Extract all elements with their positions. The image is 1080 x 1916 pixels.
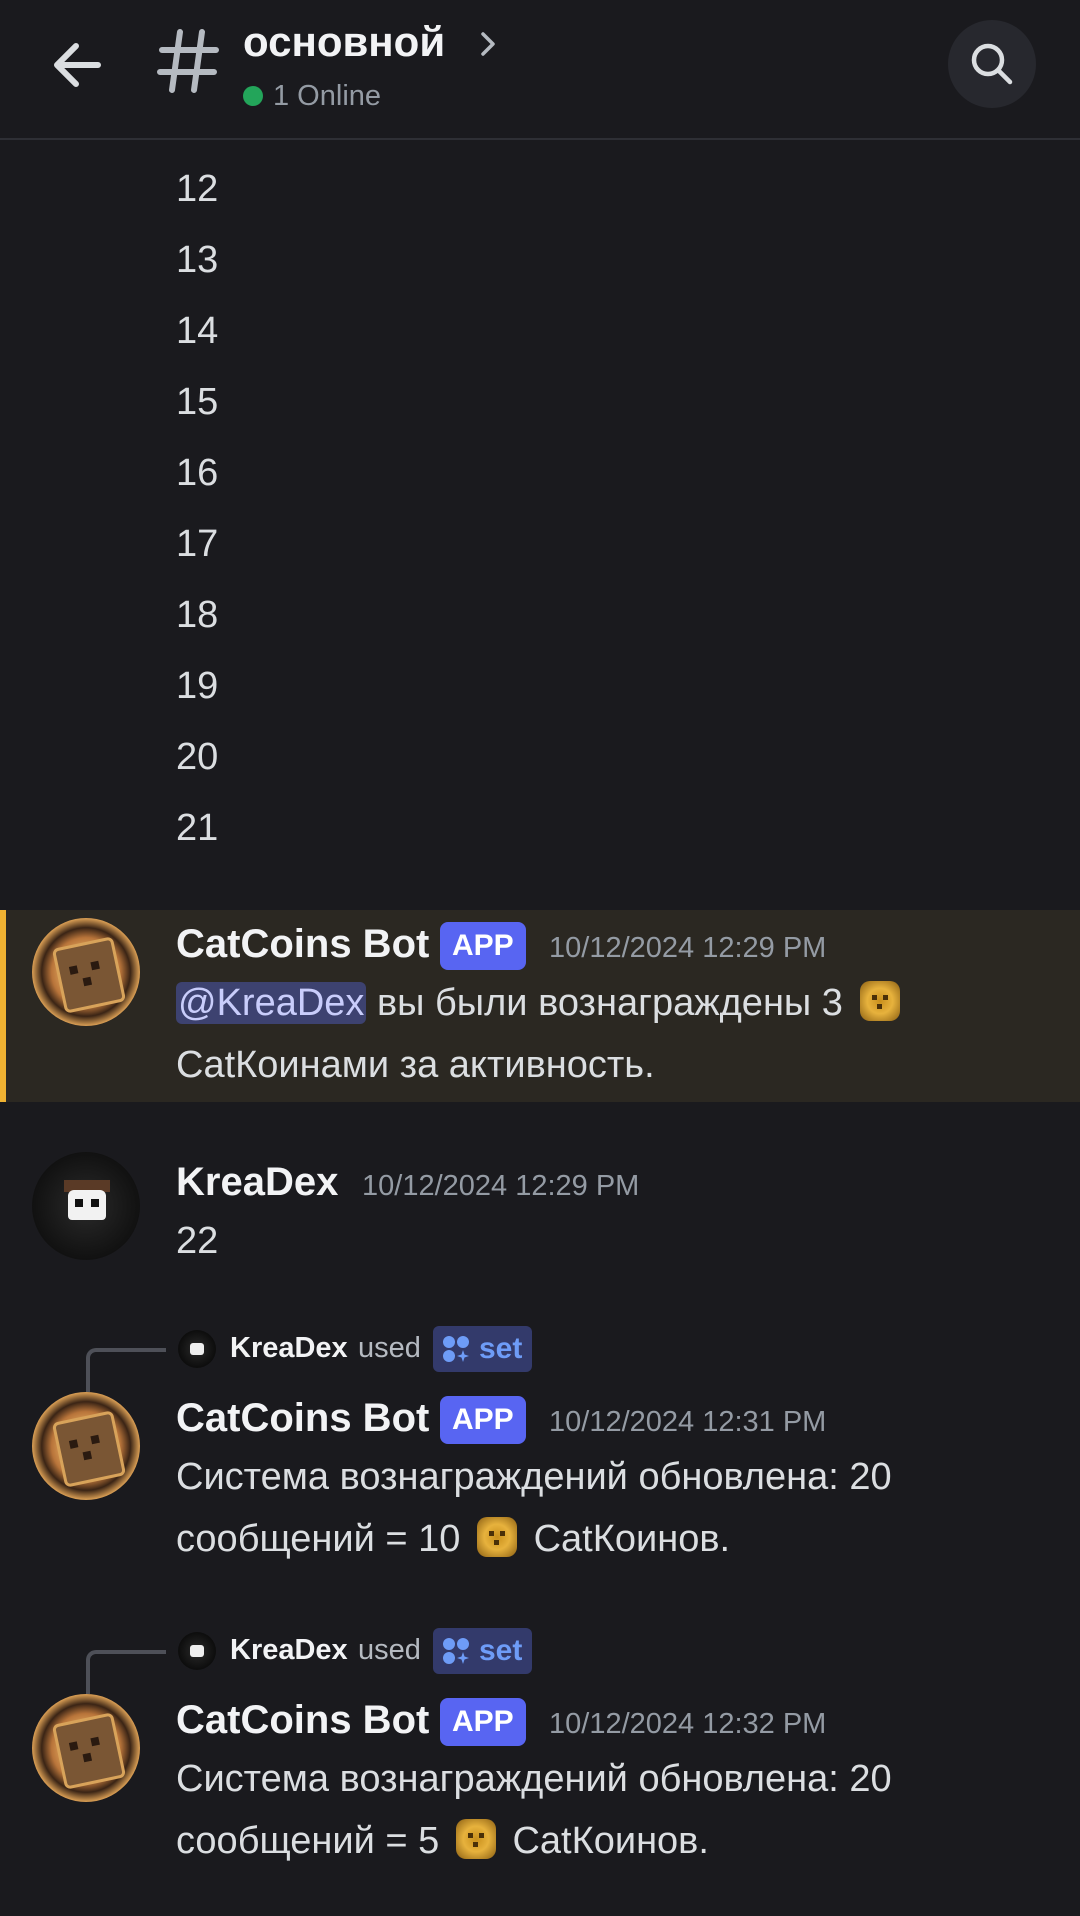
author-name[interactable]: CatCoins Bot — [176, 1698, 429, 1743]
message[interactable]: KreaDex used set CatCoins Bot APP 10/12/… — [0, 1320, 1080, 1570]
slash-command-icon — [443, 1638, 469, 1664]
message-line: 13 — [176, 239, 219, 281]
message-text: Система вознаграждений обновлена: 20 — [176, 1456, 892, 1498]
user-mention[interactable]: @KreaDex — [176, 982, 367, 1024]
message-line: 14 — [176, 310, 219, 352]
message-line: 17 — [176, 523, 219, 565]
back-button[interactable] — [46, 34, 108, 96]
command-used-label: used — [358, 1634, 421, 1666]
command-used-label: used — [358, 1332, 421, 1364]
channel-header: основной 1 Online — [0, 0, 1080, 140]
search-icon — [971, 43, 1013, 85]
command-user[interactable]: KreaDex — [230, 1634, 348, 1667]
message-text: 22 — [176, 1220, 219, 1262]
command-name: set — [479, 1332, 523, 1365]
catcoin-emoji-icon — [455, 1819, 496, 1859]
message-text: Система вознаграждений обновлена: 20 — [176, 1758, 892, 1800]
message-line: 20 — [176, 736, 219, 778]
avatar[interactable] — [32, 1392, 140, 1500]
online-dot-icon — [243, 86, 263, 106]
message-line: 15 — [176, 381, 219, 423]
avatar[interactable] — [32, 918, 140, 1026]
message-text: сообщений = 5 CatКоинов. — [176, 1816, 709, 1866]
message-text-part: сообщений = 5 — [176, 1820, 440, 1862]
message-highlighted[interactable]: CatCoins Bot APP 10/12/2024 12:29 PM @Kr… — [0, 910, 1080, 1102]
timestamp: 10/12/2024 12:29 PM — [362, 1170, 640, 1202]
message-text: CatКоинами за активность. — [176, 1044, 655, 1086]
catcoin-emoji-icon — [477, 1517, 518, 1557]
avatar[interactable] — [32, 1694, 140, 1802]
message-text-part: сообщений = 10 — [176, 1518, 461, 1560]
message-line: 19 — [176, 665, 219, 707]
message-text-part: вы были вознаграждены 3 — [376, 982, 843, 1024]
chevron-right-icon[interactable] — [478, 30, 498, 58]
channel-name[interactable]: основной — [243, 18, 445, 66]
hash-icon — [156, 26, 220, 96]
message-text-part: CatКоинов. — [533, 1518, 731, 1560]
message[interactable]: KreaDex 10/12/2024 12:29 PM 22 — [0, 1150, 1080, 1270]
message-line: 12 — [176, 168, 219, 210]
avatar[interactable] — [32, 1152, 140, 1260]
message-line: 21 — [176, 807, 219, 849]
author-name[interactable]: CatCoins Bot — [176, 922, 429, 967]
app-badge: APP — [440, 922, 526, 970]
mini-avatar[interactable] — [178, 1632, 216, 1670]
command-name: set — [479, 1634, 523, 1667]
app-badge: APP — [440, 1396, 526, 1444]
message-text: @KreaDex вы были вознаграждены 3 — [176, 978, 906, 1028]
online-status: 1 Online — [243, 78, 381, 114]
timestamp: 10/12/2024 12:31 PM — [549, 1406, 827, 1438]
back-arrow-icon — [54, 43, 101, 87]
message[interactable]: KreaDex used set CatCoins Bot APP 10/12/… — [0, 1622, 1080, 1872]
mini-avatar[interactable] — [178, 1330, 216, 1368]
timestamp: 10/12/2024 12:32 PM — [549, 1708, 827, 1740]
slash-command-icon — [443, 1336, 469, 1362]
reply-connector — [86, 1650, 166, 1694]
author-name[interactable]: KreaDex — [176, 1160, 338, 1205]
author-name[interactable]: CatCoins Bot — [176, 1396, 429, 1441]
app-badge: APP — [440, 1698, 526, 1746]
catcoin-emoji-icon — [859, 981, 900, 1021]
message-text-part: CatКоинов. — [512, 1820, 709, 1862]
message-text: сообщений = 10 CatКоинов. — [176, 1514, 730, 1564]
command-pill[interactable]: set — [433, 1326, 533, 1372]
online-count: 1 Online — [273, 79, 382, 112]
reply-connector — [86, 1348, 166, 1392]
message-line: 18 — [176, 594, 219, 636]
search-button[interactable] — [948, 20, 1036, 108]
timestamp: 10/12/2024 12:29 PM — [549, 932, 827, 964]
command-pill[interactable]: set — [433, 1628, 533, 1674]
command-user[interactable]: KreaDex — [230, 1332, 348, 1365]
message-line: 16 — [176, 452, 219, 494]
